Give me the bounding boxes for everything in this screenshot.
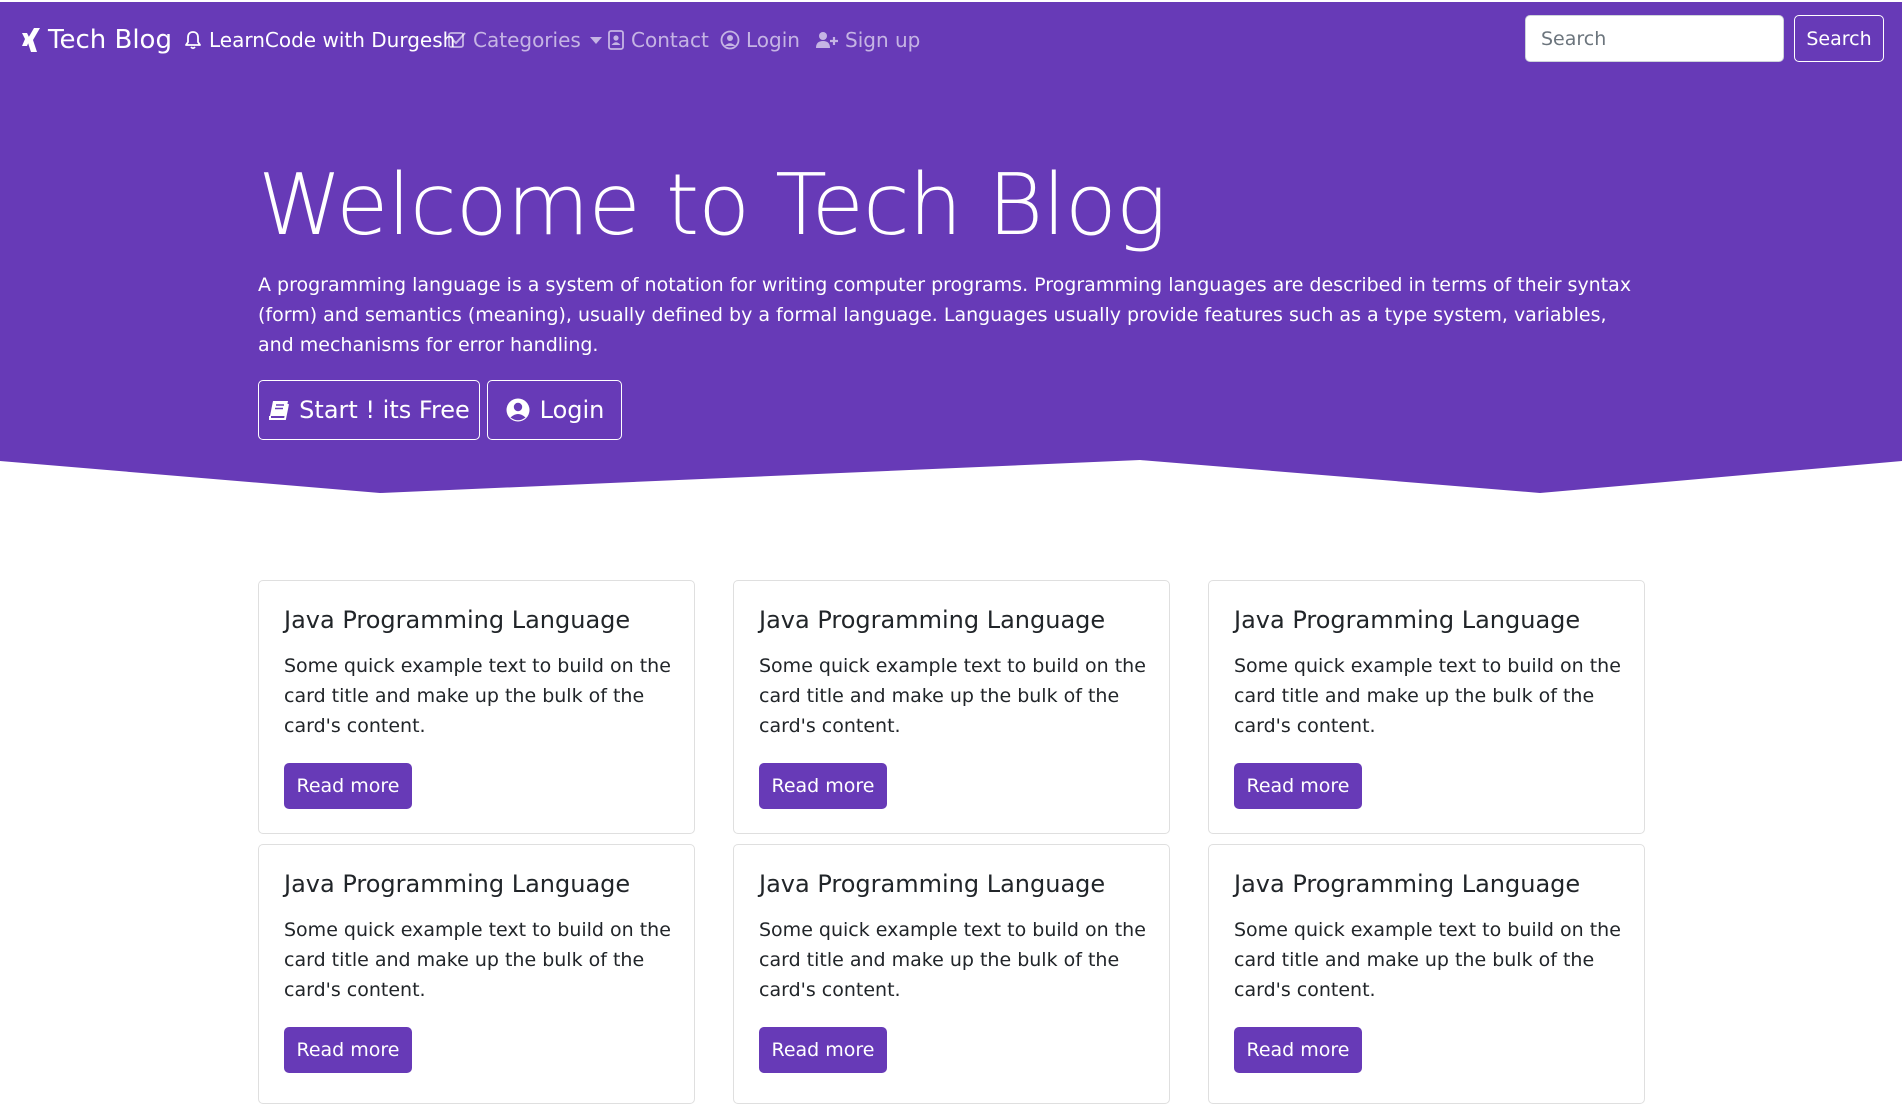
post-card: Java Programming Language Some quick exa… [258, 580, 695, 834]
hero-login-label: Login [539, 396, 605, 424]
card-text: Some quick example text to build on the … [284, 655, 671, 737]
post-card: Java Programming Language Some quick exa… [1208, 844, 1645, 1104]
card-title: Java Programming Language [759, 606, 1106, 634]
chevron-down-icon [589, 37, 602, 44]
bell-icon [185, 30, 201, 49]
nav-login-label: Login [746, 27, 800, 52]
read-more-button[interactable]: Read more [284, 763, 412, 809]
post-card: Java Programming Language Some quick exa… [258, 844, 695, 1104]
read-more-button[interactable]: Read more [284, 1027, 412, 1073]
hero-description: A programming language is a system of no… [258, 274, 1632, 356]
check-square-icon [448, 31, 466, 48]
read-more-button[interactable]: Read more [1234, 763, 1362, 809]
card-title: Java Programming Language [759, 870, 1106, 898]
nav-login[interactable]: Login [720, 2, 800, 77]
card-title: Java Programming Language [284, 606, 631, 634]
card-text: Some quick example text to build on the … [284, 919, 671, 1001]
user-circle-icon [506, 398, 530, 422]
post-card: Java Programming Language Some quick exa… [733, 580, 1170, 834]
address-book-icon [608, 29, 624, 50]
book-icon [269, 401, 290, 420]
read-more-button[interactable]: Read more [759, 1027, 887, 1073]
card-title: Java Programming Language [1234, 870, 1581, 898]
card-text: Some quick example text to build on the … [1234, 655, 1621, 737]
search-input[interactable] [1525, 15, 1784, 62]
hero-title: Welcome to Tech Blog [258, 156, 1167, 255]
post-card: Java Programming Language Some quick exa… [733, 844, 1170, 1104]
navbar-brand-label: Tech Blog [48, 24, 172, 55]
read-more-button[interactable]: Read more [1234, 1027, 1362, 1073]
search-button[interactable]: Search [1794, 15, 1884, 62]
start-free-label: Start ! its Free [299, 396, 470, 424]
navbar: Tech Blog LearnCode with Durgesh Categor… [0, 0, 1902, 75]
user-circle-icon [720, 30, 740, 49]
card-text: Some quick example text to build on the … [1234, 919, 1621, 1001]
card-text: Some quick example text to build on the … [759, 919, 1146, 1001]
hero-login-button[interactable]: Login [487, 380, 622, 440]
card-text: Some quick example text to build on the … [759, 655, 1146, 737]
read-more-button[interactable]: Read more [759, 763, 887, 809]
nav-categories-label: Categories [473, 27, 581, 52]
nav-learncode[interactable]: LearnCode with Durgesh [183, 2, 455, 77]
nav-contact[interactable]: Contact [607, 2, 709, 77]
nav-signup-label: Sign up [845, 27, 921, 52]
navbar-brand[interactable]: Tech Blog [20, 2, 172, 77]
nav-learncode-label: LearnCode with Durgesh [209, 27, 456, 52]
nav-categories-dropdown[interactable]: Categories [447, 2, 602, 77]
nav-signup[interactable]: Sign up [815, 2, 920, 77]
xing-icon [22, 27, 40, 52]
card-title: Java Programming Language [284, 870, 631, 898]
start-free-button[interactable]: Start ! its Free [258, 380, 480, 440]
nav-contact-label: Contact [631, 27, 709, 52]
post-card: Java Programming Language Some quick exa… [1208, 580, 1645, 834]
card-title: Java Programming Language [1234, 606, 1581, 634]
user-plus-icon [816, 31, 838, 48]
